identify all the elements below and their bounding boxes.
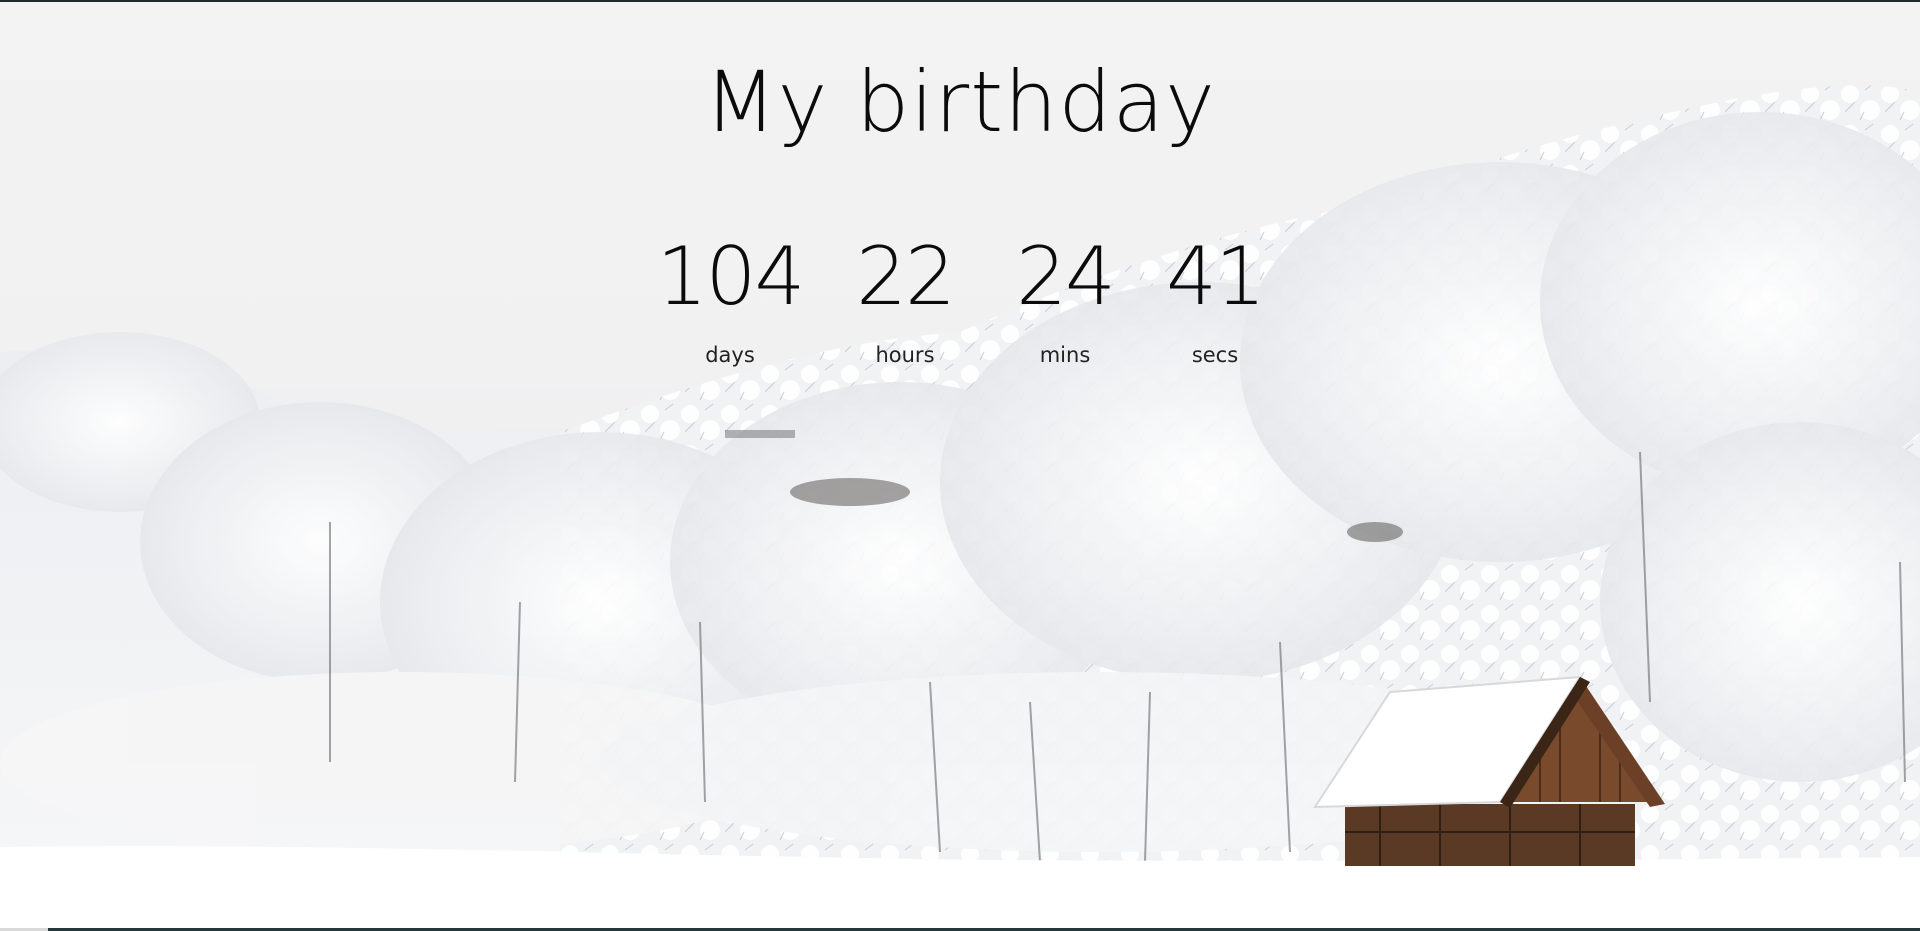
days-value: 104 [656,230,806,323]
countdown-timer: 104 days 22 hours 24 mins 41 secs [0,237,1920,377]
days-label: days [705,343,755,367]
mins-value: 24 [1016,230,1116,323]
hours-value: 22 [856,230,956,323]
ridge-building [725,430,795,438]
hours-label: hours [875,343,935,367]
secs-label: secs [1191,343,1239,367]
page-title: My birthday [704,53,1216,151]
countdown-days: 104 days [650,237,810,366]
countdown-mins: 24 mins [990,237,1140,366]
mins-label: mins [1039,343,1091,367]
countdown-hours: 22 hours [830,237,980,366]
countdown-secs: 41 secs [1140,237,1290,366]
secs-value: 41 [1166,230,1266,323]
countdown-page: My birthday 104 days 22 hours 24 mins 41… [0,2,1920,928]
